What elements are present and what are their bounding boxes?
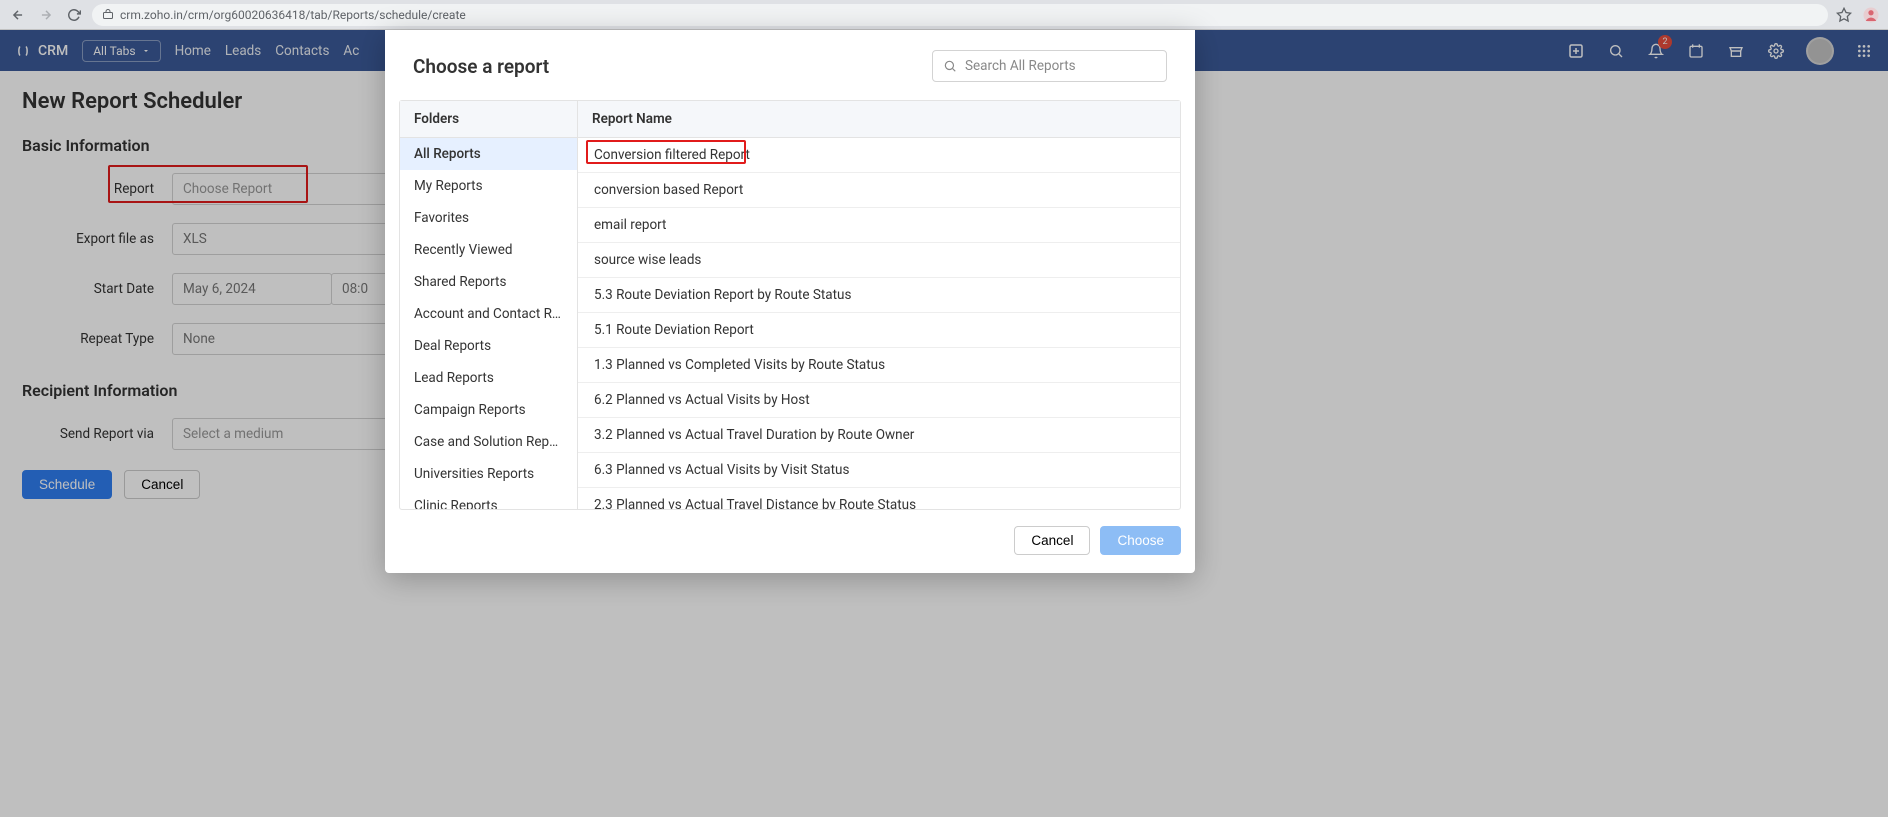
search-input[interactable]: Search All Reports (932, 50, 1167, 82)
browser-url-text: crm.zoho.in/crm/org60020636418/tab/Repor… (120, 8, 466, 22)
modal-title: Choose a report (413, 55, 549, 78)
reports-list: Conversion filtered Reportconversion bas… (578, 138, 1180, 509)
report-item[interactable]: source wise leads (578, 243, 1180, 278)
choose-report-modal: Choose a report Search All Reports Folde… (385, 30, 1195, 573)
browser-url-bar[interactable]: crm.zoho.in/crm/org60020636418/tab/Repor… (92, 4, 1828, 26)
report-item[interactable]: 6.2 Planned vs Actual Visits by Host (578, 383, 1180, 418)
folder-item[interactable]: Shared Reports (400, 266, 577, 298)
star-icon[interactable] (1836, 7, 1852, 23)
folder-item[interactable]: Campaign Reports (400, 394, 577, 426)
report-item[interactable]: 6.3 Planned vs Actual Visits by Visit St… (578, 453, 1180, 488)
report-item[interactable]: 1.3 Planned vs Completed Visits by Route… (578, 348, 1180, 383)
report-item[interactable]: email report (578, 208, 1180, 243)
folder-item[interactable]: Universities Reports (400, 458, 577, 490)
folder-item[interactable]: My Reports (400, 170, 577, 202)
browser-chrome: crm.zoho.in/crm/org60020636418/tab/Repor… (0, 0, 1888, 30)
report-item[interactable]: 2.3 Planned vs Actual Travel Distance by… (578, 488, 1180, 509)
report-item[interactable]: conversion based Report (578, 173, 1180, 208)
folder-item[interactable]: Lead Reports (400, 362, 577, 394)
browser-reload-button[interactable] (64, 5, 84, 25)
folder-item[interactable]: Recently Viewed (400, 234, 577, 266)
report-item[interactable]: 5.1 Route Deviation Report (578, 313, 1180, 348)
folders-header: Folders (400, 101, 577, 138)
browser-back-button[interactable] (8, 5, 28, 25)
modal-choose-button[interactable]: Choose (1100, 526, 1181, 555)
search-placeholder: Search All Reports (965, 58, 1076, 74)
folder-item[interactable]: Deal Reports (400, 330, 577, 362)
reports-header: Report Name (578, 101, 1180, 138)
browser-forward-button[interactable] (36, 5, 56, 25)
report-item[interactable]: 3.2 Planned vs Actual Travel Duration by… (578, 418, 1180, 453)
folders-list: All ReportsMy ReportsFavoritesRecently V… (400, 138, 577, 509)
folder-item[interactable]: Case and Solution Reports (400, 426, 577, 458)
folder-item[interactable]: All Reports (400, 138, 577, 170)
report-item[interactable]: Conversion filtered Report (578, 138, 1180, 173)
folder-item[interactable]: Favorites (400, 202, 577, 234)
highlight-box (586, 140, 746, 164)
report-item[interactable]: 5.3 Route Deviation Report by Route Stat… (578, 278, 1180, 313)
folder-item[interactable]: Account and Contact Rep... (400, 298, 577, 330)
modal-cancel-button[interactable]: Cancel (1014, 526, 1090, 555)
folder-item[interactable]: Clinic Reports (400, 490, 577, 509)
search-icon (943, 59, 957, 73)
profile-icon[interactable] (1862, 6, 1880, 24)
site-info-icon (102, 9, 114, 21)
